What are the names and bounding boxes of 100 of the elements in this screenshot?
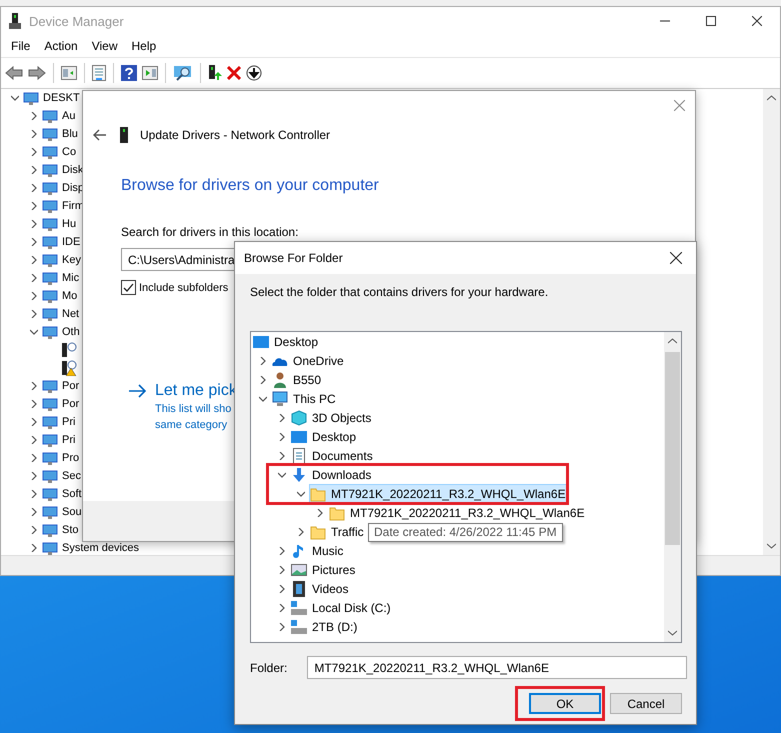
menu-item[interactable]: Help	[124, 37, 164, 55]
menu-item[interactable]: File	[4, 37, 38, 55]
device-tree-item[interactable]: Sto	[42, 522, 79, 538]
chevron-right-icon[interactable]	[278, 414, 286, 422]
computer-upload-icon[interactable]	[208, 65, 222, 81]
folder-tree-item[interactable]: Traffic	[309, 522, 367, 541]
back-arrow-icon[interactable]	[5, 66, 23, 80]
device-warning-icon[interactable]	[61, 360, 77, 376]
device-tree-item[interactable]: Por	[42, 396, 80, 412]
forward-arrow-icon[interactable]	[28, 66, 46, 80]
folder-tree-item[interactable]: B550	[271, 370, 324, 389]
help-icon[interactable]	[121, 65, 137, 81]
chevron-right-icon[interactable]	[30, 274, 38, 282]
menu-item[interactable]: View	[84, 37, 124, 55]
device-tree-item[interactable]: Por	[42, 378, 80, 394]
folder-tree-item[interactable]: Local Disk (C:)	[290, 598, 394, 617]
folder-tree-item[interactable]: Music	[290, 541, 346, 560]
chevron-right-icon[interactable]	[297, 528, 305, 536]
folder-tree-item[interactable]: OneDrive	[271, 351, 347, 370]
chevron-right-icon[interactable]	[30, 310, 38, 318]
chevron-right-icon[interactable]	[30, 436, 38, 444]
cancel-button[interactable]: Cancel	[610, 693, 682, 714]
back-arrow-icon[interactable]	[92, 129, 106, 141]
chevron-right-icon[interactable]	[278, 622, 286, 630]
folder-tree-item[interactable]: Downloads	[290, 465, 374, 484]
device-tree-item[interactable]: Blu	[42, 126, 78, 142]
chevron-down-icon[interactable]	[259, 394, 267, 402]
chevron-down-icon[interactable]	[11, 94, 19, 102]
device-tree-item[interactable]: Pri	[42, 414, 76, 430]
chevron-down-icon[interactable]	[278, 470, 286, 478]
chevron-right-icon[interactable]	[30, 202, 38, 210]
chevron-right-icon[interactable]	[30, 148, 38, 156]
monitor-search-icon[interactable]	[173, 65, 193, 81]
device-tree-item[interactable]: Mic	[42, 270, 80, 286]
chevron-right-icon[interactable]	[316, 508, 324, 516]
download-circle-icon[interactable]	[246, 65, 262, 81]
chevron-right-icon[interactable]	[30, 220, 38, 228]
chevron-right-icon[interactable]	[30, 256, 38, 264]
chevron-right-icon[interactable]	[278, 604, 286, 612]
folder-tree-item[interactable]: Desktop	[252, 332, 322, 351]
device-tree-item[interactable]: Au	[42, 108, 76, 124]
device-tree-item[interactable]: Mo	[42, 288, 78, 304]
chevron-right-icon[interactable]	[278, 584, 286, 592]
chevron-right-icon[interactable]	[30, 166, 38, 174]
scroll-up-icon[interactable]	[767, 95, 776, 101]
scroll-up-icon[interactable]	[668, 338, 677, 344]
chevron-right-icon[interactable]	[278, 566, 286, 574]
device-tree-item[interactable]: DESKT	[23, 90, 80, 106]
chevron-right-icon[interactable]	[30, 508, 38, 516]
chevron-right-icon[interactable]	[278, 546, 286, 554]
folder-field[interactable]: MT7921K_20220211_R3.2_WHQL_Wlan6E	[307, 656, 688, 679]
device-tree-item[interactable]: Pro	[42, 450, 80, 466]
chevron-right-icon[interactable]	[30, 130, 38, 138]
scrollbar[interactable]	[763, 89, 780, 555]
chevron-right-icon[interactable]	[30, 400, 38, 408]
chevron-right-icon[interactable]	[259, 376, 267, 384]
device-tree-item[interactable]: Sec	[42, 468, 81, 484]
device-tree-item[interactable]: Co	[42, 144, 76, 160]
chevron-right-icon[interactable]	[30, 526, 38, 534]
chevron-right-icon[interactable]	[30, 382, 38, 390]
scroll-down-icon[interactable]	[668, 630, 677, 636]
device-tree-item[interactable]: Soft	[42, 486, 82, 502]
folder-tree-item[interactable]: Pictures	[290, 560, 358, 579]
checkbox[interactable]	[121, 280, 136, 295]
chevron-right-icon[interactable]	[278, 432, 286, 440]
folder-tree-item[interactable]: MT7921K_20220211_R3.2_WHQL_Wlan6E	[309, 484, 569, 503]
folder-tree-item[interactable]: 3D Objects	[290, 408, 374, 427]
folder-tree-item[interactable]: Documents	[290, 446, 376, 465]
chevron-right-icon[interactable]	[30, 454, 38, 462]
uninstall-x-icon[interactable]	[227, 66, 241, 80]
chevron-right-icon[interactable]	[30, 472, 38, 480]
chevron-right-icon[interactable]	[30, 292, 38, 300]
chevron-right-icon[interactable]	[30, 418, 38, 426]
unknown-device-icon[interactable]	[61, 342, 77, 358]
folder-tree-item[interactable]: MT7921K_20220211_R3.2_WHQL_Wlan6E	[328, 503, 588, 522]
chevron-down-icon[interactable]	[297, 490, 305, 498]
device-tree-item[interactable]: System devices	[42, 540, 140, 555]
scrollbar[interactable]	[664, 332, 681, 642]
chevron-down-icon[interactable]	[30, 328, 38, 336]
device-tree-item[interactable]: Oth	[42, 324, 80, 340]
menu-item[interactable]: Action	[37, 37, 85, 55]
chevron-right-icon[interactable]	[259, 356, 267, 364]
chevron-right-icon[interactable]	[30, 544, 38, 552]
device-tree-item[interactable]: Key	[42, 252, 81, 268]
ok-button[interactable]: OK	[529, 693, 601, 714]
chevron-right-icon[interactable]	[278, 452, 286, 460]
device-tree-item[interactable]: Pri	[42, 432, 76, 448]
folder-tree-item[interactable]: Desktop	[290, 427, 360, 446]
folder-tree-item[interactable]: This PC	[271, 389, 339, 408]
run-panel-icon[interactable]	[142, 66, 158, 80]
chevron-right-icon[interactable]	[30, 184, 38, 192]
panel-icon[interactable]	[61, 66, 77, 80]
chevron-right-icon[interactable]	[30, 112, 38, 120]
folder-tree-item[interactable]: 2TB (D:)	[290, 617, 360, 636]
arrow-right-icon[interactable]	[129, 384, 147, 398]
properties-icon[interactable]	[92, 65, 106, 81]
chevron-right-icon[interactable]	[30, 490, 38, 498]
scroll-thumb[interactable]	[665, 352, 680, 545]
scroll-down-icon[interactable]	[767, 543, 776, 549]
device-tree-item[interactable]: Disk	[42, 162, 84, 178]
